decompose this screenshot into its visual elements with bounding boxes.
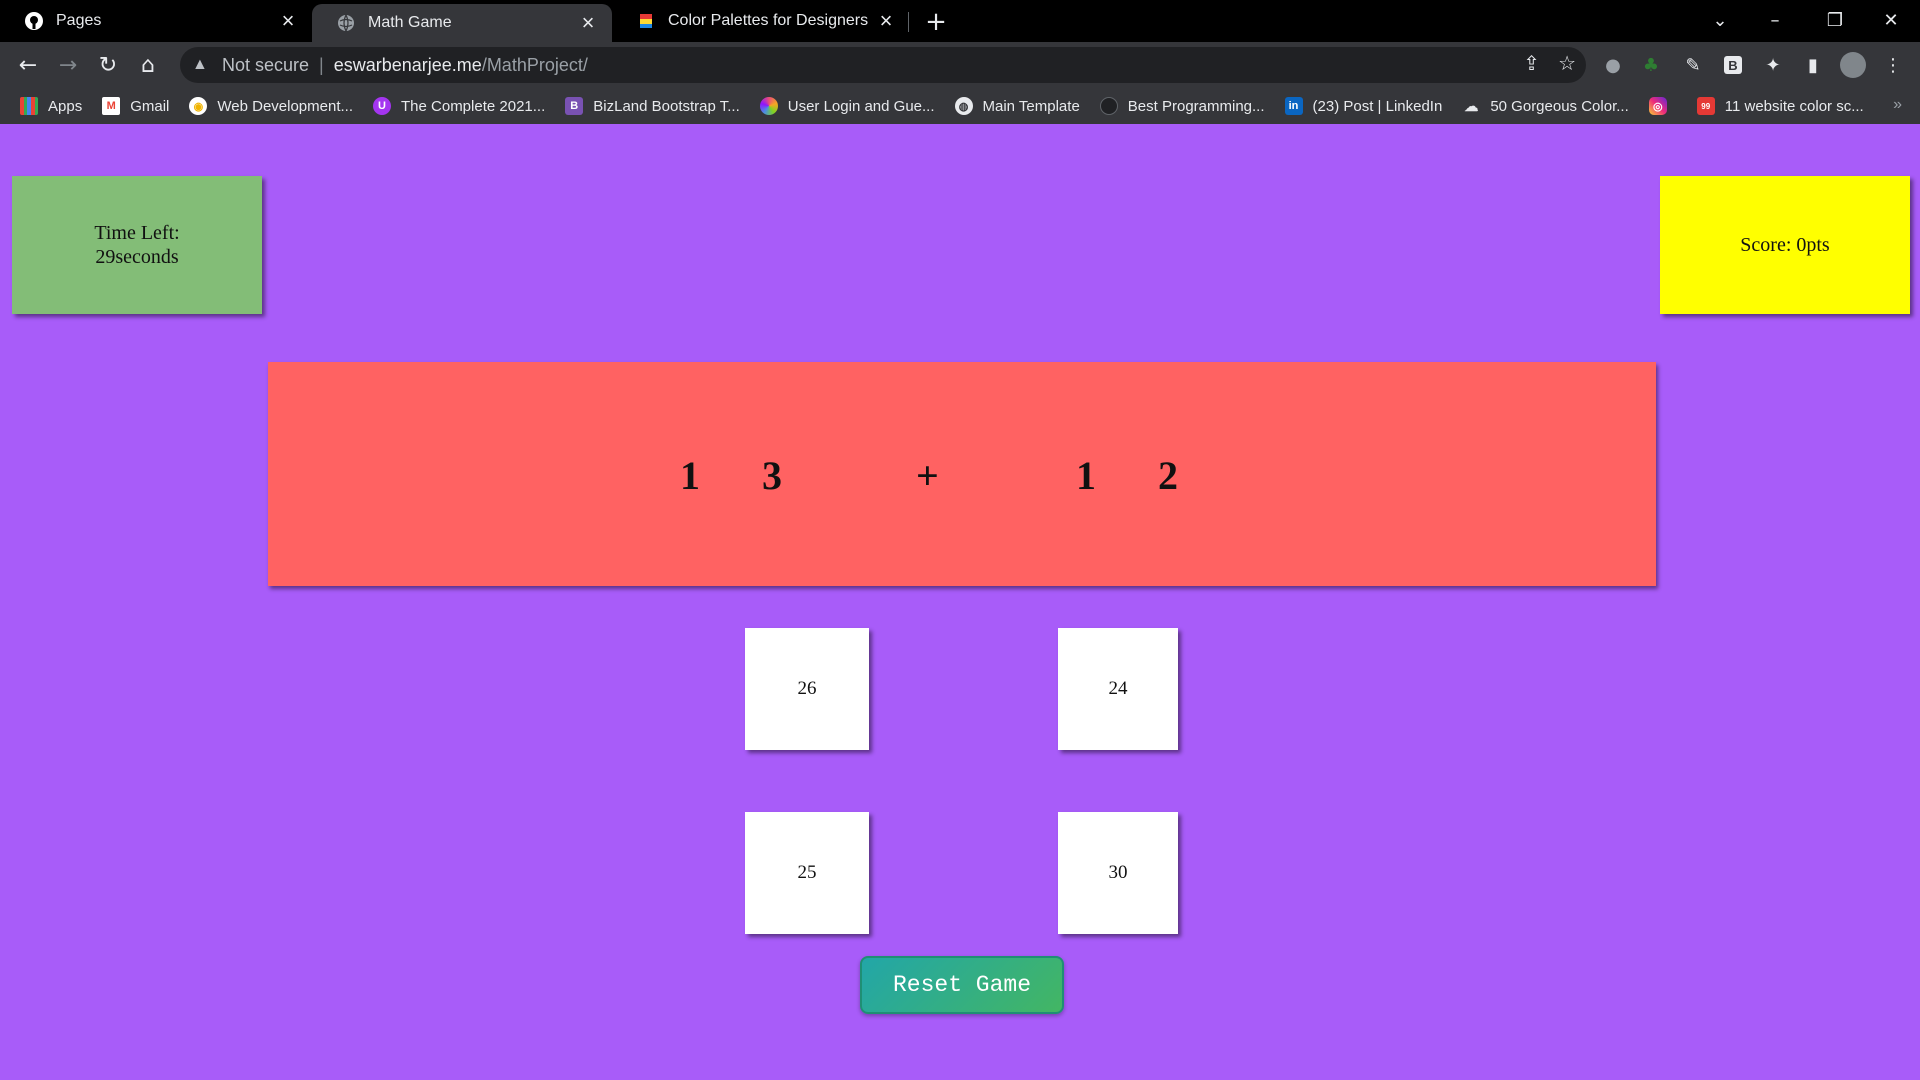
extension-tree-icon[interactable]: ♣ — [1638, 52, 1664, 78]
apps-grid-icon — [20, 97, 38, 115]
tab-title: Color Palettes for Designers and — [668, 12, 872, 29]
choice-value: 24 — [1108, 678, 1128, 699]
tab-math-game[interactable]: Math Game × — [312, 4, 612, 42]
url-path: /MathProject/ — [481, 54, 588, 75]
bookmark-gmail[interactable]: M Gmail — [102, 97, 169, 115]
close-tab-icon[interactable]: × — [872, 7, 900, 35]
gmail-icon: M — [102, 97, 121, 115]
bookmark-best-programming[interactable]: Best Programming... — [1099, 97, 1265, 115]
security-label: Not secure — [222, 54, 310, 75]
bookmark-11-website[interactable]: 99 11 website color sc... — [1696, 97, 1864, 115]
extension-mic-icon[interactable]: ● — [1600, 52, 1626, 78]
bookmark-apps[interactable]: Apps — [20, 97, 82, 115]
operand-a-digit-1: 1 — [680, 453, 700, 498]
bookmark-label: The Complete 2021... — [401, 97, 546, 115]
bookmark-web-development[interactable]: ◉ Web Development... — [189, 97, 353, 115]
profile-avatar[interactable] — [1840, 52, 1866, 78]
new-tab-plus-icon[interactable]: + — [920, 6, 952, 38]
back-arrow-icon[interactable]: ← — [12, 49, 44, 81]
time-left-label: Time Left: — [94, 222, 180, 244]
bookmark-complete-2021[interactable]: U The Complete 2021... — [373, 97, 545, 115]
choice-box-1[interactable]: 26 — [745, 628, 869, 750]
extensions-puzzle-icon[interactable]: ✦ — [1760, 52, 1786, 78]
address-bar[interactable]: ▲ Not secure | eswarbenarjee.me /MathPro… — [180, 47, 1586, 83]
bootstrap-icon: B — [565, 97, 584, 115]
bookmark-label: 11 website color sc... — [1724, 97, 1864, 115]
address-divider: | — [319, 54, 324, 75]
tab-strip: Pages × Math Game × Color Palettes for D… — [0, 0, 1920, 42]
omnibox-actions: ⇪ ☆ — [1523, 51, 1576, 75]
reset-game-button[interactable]: Reset Game — [860, 956, 1064, 1014]
bookmark-label: User Login and Gue... — [787, 97, 935, 115]
minimize-icon[interactable]: – — [1750, 0, 1800, 40]
operand-b-digit-1: 1 — [1076, 453, 1096, 498]
bookmark-label: Web Development... — [217, 97, 353, 115]
warning-triangle-icon: ▲ — [192, 56, 208, 73]
close-window-icon[interactable]: ✕ — [1866, 0, 1916, 40]
time-left-value: 29seconds — [95, 246, 179, 268]
extension-b-icon[interactable]: B — [1720, 52, 1746, 78]
bookmarks-bar: Apps M Gmail ◉ Web Development... U The … — [0, 88, 1920, 124]
tab-color-palettes[interactable]: Color Palettes for Designers and × — [612, 0, 910, 42]
side-panel-icon[interactable]: ▮ — [1800, 52, 1826, 78]
choice-box-4[interactable]: 30 — [1058, 812, 1178, 934]
extension-pen-icon[interactable]: ✎ — [1680, 52, 1706, 78]
udemy-purple-icon: U — [373, 97, 391, 115]
choice-box-3[interactable]: 25 — [745, 812, 869, 934]
instagram-icon: ◎ — [1648, 97, 1667, 115]
choice-box-2[interactable]: 24 — [1058, 628, 1178, 750]
bookmark-bizland[interactable]: B BizLand Bootstrap T... — [565, 97, 740, 115]
close-tab-icon[interactable]: × — [274, 7, 302, 35]
bookmark-label: Best Programming... — [1127, 97, 1265, 115]
tab-title: Math Game — [368, 14, 452, 31]
bookmark-label: (23) Post | LinkedIn — [1312, 97, 1443, 115]
site-icon: 99 — [1696, 97, 1715, 115]
bookmark-label: BizLand Bootstrap T... — [593, 97, 740, 115]
close-tab-icon[interactable]: × — [574, 9, 602, 37]
bookmark-instagram[interactable]: ◎ — [1648, 97, 1677, 115]
dark-circle-icon — [1099, 97, 1118, 115]
math-game-page: Time Left: 29seconds Score: 0pts 1 3 + 1… — [0, 124, 1920, 1080]
udemy-icon: ◉ — [189, 97, 208, 115]
bookmark-linkedin[interactable]: in (23) Post | LinkedIn — [1284, 97, 1443, 115]
url-host: eswarbenarjee.me — [333, 54, 482, 75]
choice-value: 25 — [797, 862, 817, 883]
cloud-icon: ☁ — [1464, 97, 1479, 114]
bookmark-user-login[interactable]: User Login and Gue... — [759, 97, 935, 115]
bookmark-label: Gmail — [130, 97, 170, 115]
question-box: 1 3 + 1 2 — [268, 362, 1656, 586]
tab-pages[interactable]: Pages × — [0, 0, 312, 42]
operator-plus: + — [916, 453, 939, 498]
score-text: Score: 0pts — [1740, 233, 1830, 256]
share-icon[interactable]: ⇪ — [1523, 51, 1540, 75]
bookmark-star-icon[interactable]: ☆ — [1558, 51, 1576, 75]
choice-value: 30 — [1108, 862, 1128, 883]
linkedin-icon: in — [1284, 97, 1303, 115]
globe-icon — [336, 13, 356, 33]
browser-toolbar: ← → ↻ ⌂ ▲ Not secure | eswarbenarjee.me … — [0, 42, 1920, 88]
bookmark-label: 50 Gorgeous Color... — [1490, 97, 1629, 115]
operand-b-digit-2: 2 — [1158, 453, 1178, 498]
bookmark-50-gorgeous[interactable]: ☁ 50 Gorgeous Color... — [1462, 97, 1628, 115]
bookmark-label: Main Template — [982, 97, 1080, 115]
time-left-box: Time Left: 29seconds — [12, 176, 262, 314]
bookmark-label: Apps — [48, 97, 83, 115]
tab-title: Pages — [56, 12, 102, 29]
more-bookmarks-icon[interactable]: » — [1893, 96, 1902, 114]
restore-icon[interactable]: ❐ — [1810, 0, 1860, 40]
bookmark-main-template[interactable]: ◍ Main Template — [954, 97, 1080, 115]
home-icon[interactable]: ⌂ — [132, 49, 164, 81]
tab-separator — [908, 12, 909, 32]
menu-kebab-icon[interactable]: ⋮ — [1880, 52, 1906, 78]
choice-value: 26 — [797, 678, 817, 699]
globe-icon: ◍ — [954, 97, 973, 115]
score-box: Score: 0pts — [1660, 176, 1910, 314]
github-icon — [24, 11, 44, 31]
reload-icon[interactable]: ↻ — [92, 49, 124, 81]
tab-search-chevron-icon[interactable]: ⌄ — [1695, 0, 1745, 40]
forward-arrow-icon[interactable]: → — [52, 49, 84, 81]
operand-a-digit-2: 3 — [762, 453, 782, 498]
palette-icon — [636, 11, 656, 31]
colorwheel-icon — [759, 97, 778, 115]
